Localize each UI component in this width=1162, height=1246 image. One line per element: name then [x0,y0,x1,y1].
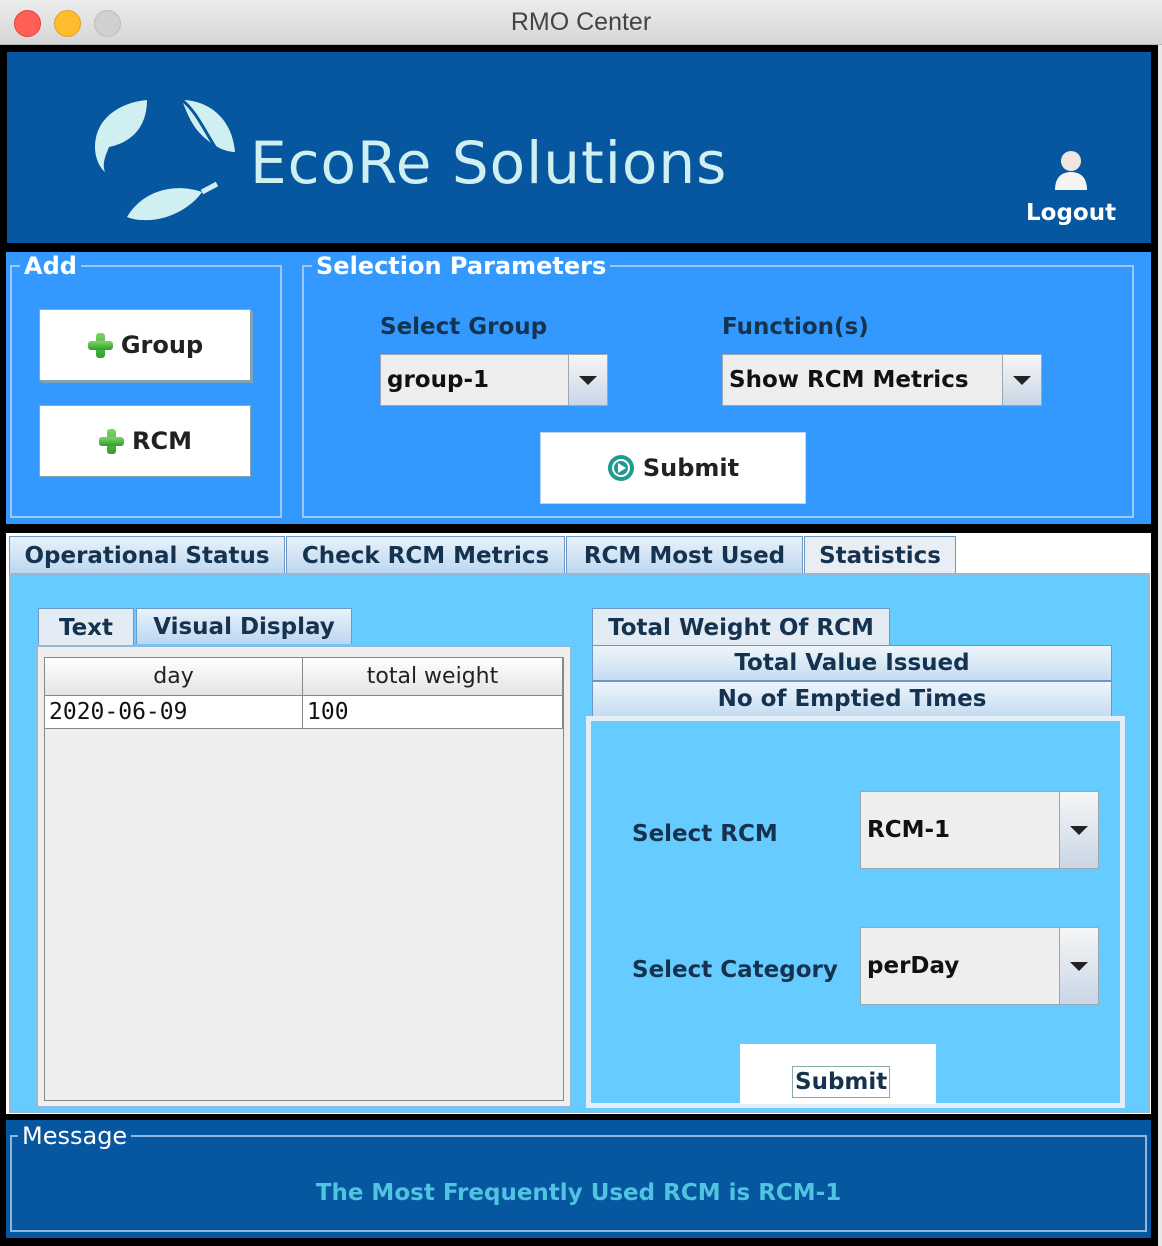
brand-name: EcoRe Solutions [250,129,728,197]
chevron-down-icon[interactable] [1059,792,1098,868]
function-label: Function(s) [722,314,869,340]
message-legend: Message [22,1122,128,1150]
tab-statistics[interactable]: Statistics [804,536,956,574]
add-rcm-button-label: RCM [132,427,192,455]
add-rcm-button[interactable]: RCM [39,405,251,477]
select-group-label: Select Group [380,314,548,340]
message-fieldset: Message [10,1124,1147,1232]
select-category-label: Select Category [632,957,838,983]
chevron-down-icon[interactable] [568,355,607,405]
subtab-text[interactable]: Text [38,608,134,646]
weight-table: day total weight 2020-06-09 100 [44,657,564,1101]
leaf-logo-icon [95,98,235,221]
add-panel-legend: Add [24,252,77,280]
category-select[interactable]: perDay [860,927,1099,1005]
play-circle-icon [607,455,634,481]
stat-submit-button[interactable]: Submit [792,1066,891,1098]
logout-link[interactable]: Logout [1026,200,1116,226]
message-panel: Message The Most Frequently Used RCM is … [0,1116,1158,1246]
add-group-button[interactable]: Group [39,309,251,381]
selection-submit-label: Submit [642,454,740,482]
weight-table-panel: day total weight 2020-06-09 100 [36,645,572,1108]
window-title: RMO Center [510,8,652,36]
plus-icon [98,428,124,454]
rcm-stat-form: Select RCM RCM-1 Select Category perDay … [586,716,1125,1108]
chevron-down-icon[interactable] [1059,928,1098,1004]
app-header: EcoRe Solutions Logout [0,45,1158,250]
table-cell-total-weight[interactable]: 100 [303,696,563,729]
controls-panel: Add Group RCM Selection Parameters Selec… [0,248,1158,530]
column-header-day[interactable]: day [45,658,303,696]
user-icon[interactable] [1053,148,1089,192]
category-select-value: perDay [867,953,960,979]
function-select[interactable]: Show RCM Metrics [722,354,1042,406]
selection-submit-button[interactable]: Submit [540,432,806,504]
table-cell-day[interactable]: 2020-06-09 [45,696,303,729]
tab-operational-status[interactable]: Operational Status [9,536,285,574]
plus-icon [87,332,113,358]
window-title-bar: RMO Center [0,0,1162,45]
function-select-value: Show RCM Metrics [729,367,969,393]
group-select[interactable]: group-1 [380,354,608,406]
tab-total-value-issued[interactable]: Total Value Issued [592,645,1112,681]
chevron-down-icon[interactable] [1002,355,1041,405]
group-select-value: group-1 [387,367,489,393]
select-rcm-label: Select RCM [632,821,778,847]
message-text: The Most Frequently Used RCM is RCM-1 [315,1180,842,1206]
tab-check-rcm-metrics[interactable]: Check RCM Metrics [286,536,565,574]
column-header-total-weight[interactable]: total weight [303,658,563,696]
stat-submit-area: Submit [740,1044,936,1104]
rcm-select-value: RCM-1 [867,817,951,843]
add-group-button-label: Group [120,331,204,359]
selection-parameters-legend: Selection Parameters [316,252,607,280]
tab-rcm-most-used[interactable]: RCM Most Used [566,536,803,574]
subtab-visual-display[interactable]: Visual Display [136,608,352,644]
add-panel: Add [10,254,282,518]
rcm-select[interactable]: RCM-1 [860,791,1099,869]
tab-no-of-emptied-times[interactable]: No of Emptied Times [592,681,1112,717]
tab-total-weight-of-rcm[interactable]: Total Weight Of RCM [592,608,890,646]
